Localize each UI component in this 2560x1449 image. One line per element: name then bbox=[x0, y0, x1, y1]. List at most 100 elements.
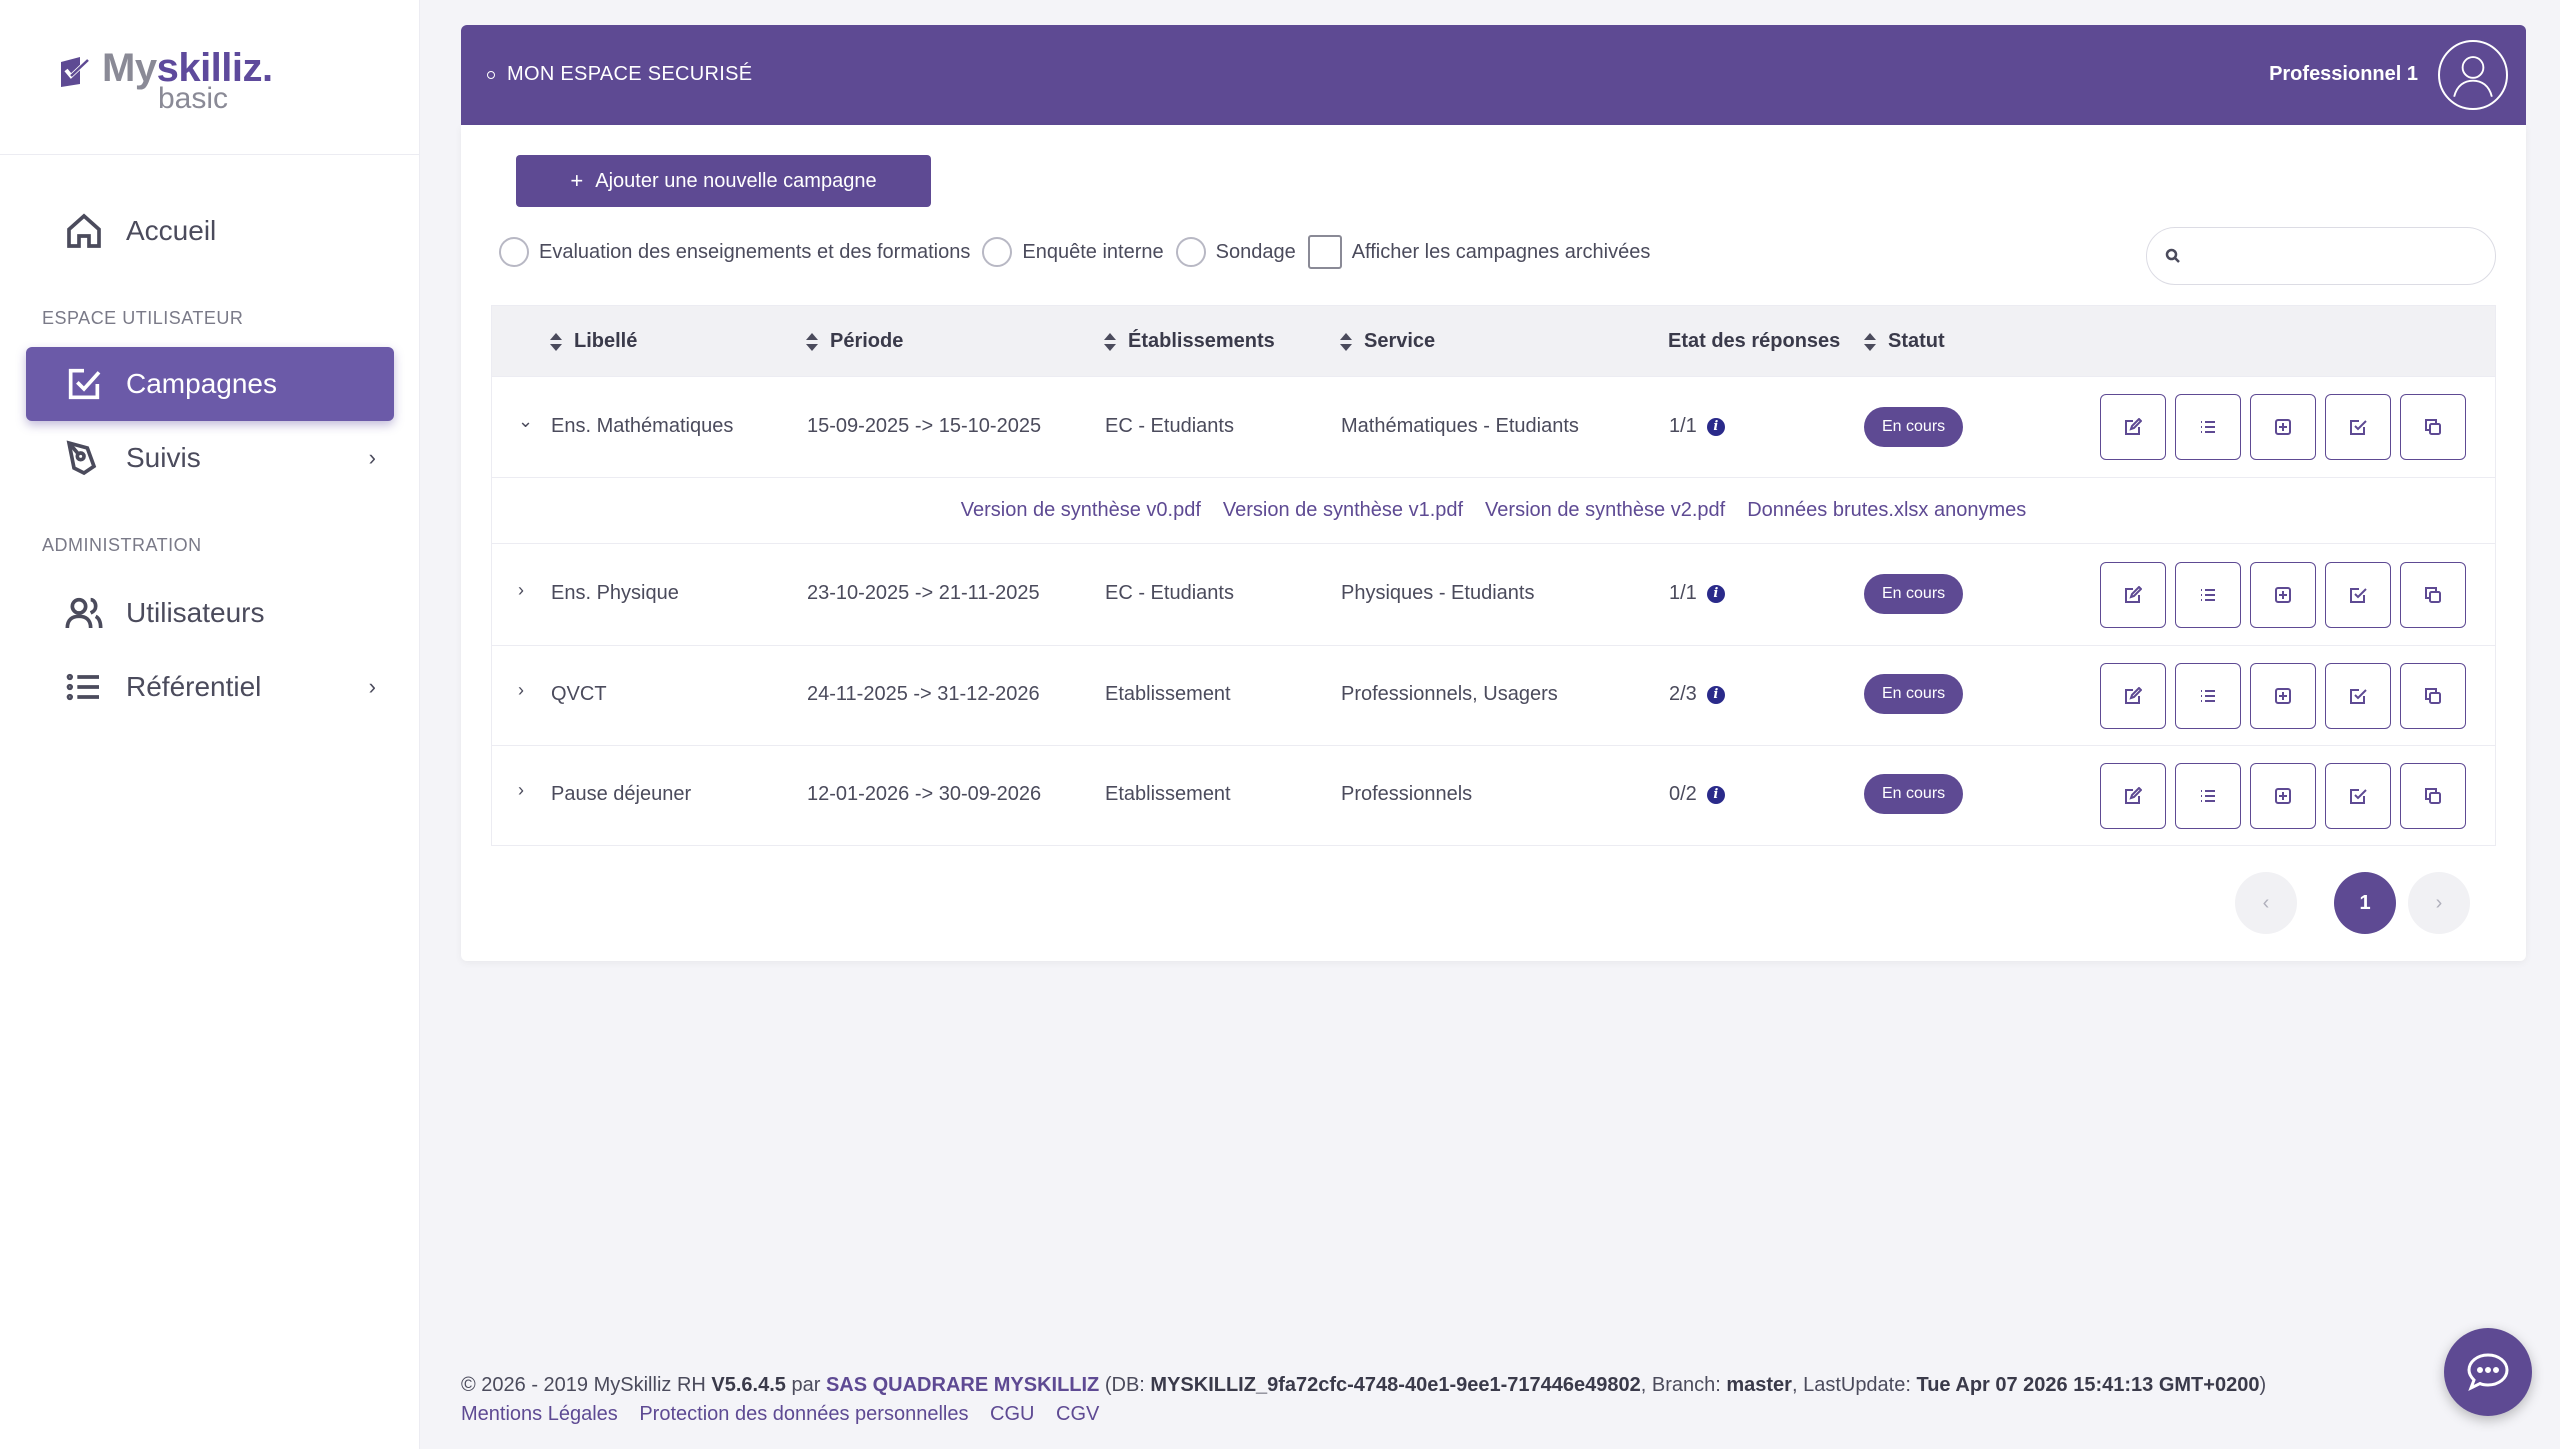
edit-button[interactable] bbox=[2100, 562, 2166, 628]
col-responses-text: Etat des réponses bbox=[1668, 330, 1841, 352]
cgu-link[interactable]: CGU bbox=[990, 1403, 1034, 1425]
responses-value: 0/2 bbox=[1669, 783, 1697, 805]
col-period[interactable]: Période bbox=[806, 330, 903, 353]
file-link[interactable]: Version de synthèse v2.pdf bbox=[1485, 499, 1725, 522]
duplicate-button[interactable] bbox=[2400, 763, 2466, 829]
logo-icon bbox=[61, 57, 90, 87]
row-label: Ens. Mathématiques bbox=[551, 415, 734, 437]
col-label[interactable]: Libellé bbox=[550, 330, 637, 353]
add-item-button[interactable] bbox=[2250, 763, 2316, 829]
filter-evaluation-label: Evaluation des enseignements et des form… bbox=[539, 240, 971, 263]
duplicate-button[interactable] bbox=[2400, 394, 2466, 460]
nav-users[interactable]: Utilisateurs bbox=[26, 576, 394, 650]
add-campaign-button[interactable]: + Ajouter une nouvelle campagne bbox=[516, 155, 931, 207]
campaigns-panel: + Ajouter une nouvelle campagne Evaluati… bbox=[461, 125, 2526, 961]
avatar[interactable] bbox=[2438, 40, 2508, 110]
validate-button[interactable] bbox=[2325, 763, 2391, 829]
col-responses: Etat des réponses bbox=[1668, 330, 1840, 353]
check-square-icon bbox=[2350, 420, 2367, 435]
cgv-link[interactable]: CGV bbox=[1056, 1403, 1099, 1425]
nav-campaigns-label: Campagnes bbox=[126, 368, 277, 399]
chevron-right-icon[interactable]: › bbox=[518, 780, 524, 801]
chat-button[interactable] bbox=[2444, 1328, 2532, 1416]
campaigns-table: Libellé Période Établissements Service E… bbox=[491, 305, 2496, 846]
sort-icon bbox=[1864, 332, 1876, 351]
search-box[interactable] bbox=[2146, 227, 2496, 285]
filter-poll[interactable]: Sondage bbox=[1175, 237, 1296, 267]
edit-button[interactable] bbox=[2100, 663, 2166, 729]
status-badge: En cours bbox=[1864, 574, 1964, 614]
filter-archived[interactable]: Afficher les campagnes archivées bbox=[1307, 235, 1651, 269]
row-responses: 2/3 i bbox=[1669, 683, 1725, 706]
footer-db-prefix: (DB: bbox=[1099, 1374, 1151, 1396]
user-name[interactable]: Professionnel 1 bbox=[2269, 63, 2418, 86]
col-service[interactable]: Service bbox=[1340, 330, 1435, 353]
pagination-next-button[interactable]: › bbox=[2408, 872, 2470, 934]
radio-poll[interactable] bbox=[1175, 237, 1206, 267]
list-button[interactable] bbox=[2175, 562, 2241, 628]
file-link[interactable]: Version de synthèse v1.pdf bbox=[1223, 499, 1463, 522]
add-item-button[interactable] bbox=[2250, 562, 2316, 628]
radio-evaluation[interactable] bbox=[499, 237, 529, 267]
row-establishment: EC - Etudiants bbox=[1105, 582, 1234, 604]
list-button[interactable] bbox=[2175, 394, 2241, 460]
footer-close: ) bbox=[2259, 1374, 2267, 1396]
radio-internal-survey[interactable] bbox=[982, 237, 1013, 267]
row-service: Professionnels, Usagers bbox=[1341, 683, 1558, 705]
list-button[interactable] bbox=[2175, 763, 2241, 829]
search-input[interactable] bbox=[2191, 244, 2481, 268]
report-files: Version de synthèse v0.pdf Version de sy… bbox=[492, 477, 2495, 543]
filter-internal-survey[interactable]: Enquête interne bbox=[982, 237, 1164, 267]
info-icon[interactable]: i bbox=[1706, 685, 1725, 704]
validate-button[interactable] bbox=[2325, 394, 2391, 460]
row-period: 12-01-2026 -> 30-09-2026 bbox=[807, 783, 1042, 805]
list-button[interactable] bbox=[2175, 663, 2241, 729]
add-item-button[interactable] bbox=[2250, 394, 2316, 460]
row-service: Mathématiques - Etudiants bbox=[1341, 415, 1579, 437]
filter-evaluation[interactable]: Evaluation des enseignements et des form… bbox=[499, 237, 970, 267]
legal-link[interactable]: Mentions Légales bbox=[461, 1403, 618, 1425]
col-establishment-text: Établissements bbox=[1128, 330, 1275, 352]
row-service: Professionnels bbox=[1341, 783, 1473, 805]
pagination-prev-button[interactable]: ‹ bbox=[2235, 872, 2297, 934]
nav-home-label: Accueil bbox=[126, 215, 217, 246]
nav-campaigns[interactable]: Campagnes bbox=[26, 347, 394, 421]
bullet-icon bbox=[487, 70, 495, 79]
validate-button[interactable] bbox=[2325, 562, 2391, 628]
edit-button[interactable] bbox=[2100, 763, 2166, 829]
add-item-button[interactable] bbox=[2250, 663, 2316, 729]
col-status[interactable]: Statut bbox=[1864, 330, 1945, 353]
row-period: 15-09-2025 -> 15-10-2025 bbox=[807, 415, 1042, 437]
plus-square-icon bbox=[2275, 788, 2291, 804]
info-icon[interactable]: i bbox=[1706, 785, 1725, 804]
archived-checkbox[interactable] bbox=[1307, 235, 1342, 269]
filter-poll-label: Sondage bbox=[1215, 240, 1296, 263]
file-link[interactable]: Version de synthèse v0.pdf bbox=[961, 499, 1201, 522]
pagination-current-page[interactable]: 1 bbox=[2334, 872, 2396, 934]
file-link[interactable]: Données brutes.xlsx anonymes bbox=[1747, 499, 2026, 522]
user-icon bbox=[2453, 56, 2493, 97]
chevron-right-icon[interactable]: › bbox=[518, 580, 524, 601]
info-icon[interactable]: i bbox=[1706, 417, 1725, 436]
row-actions bbox=[2100, 394, 2475, 460]
nav-follow[interactable]: Suivis › bbox=[26, 421, 394, 495]
nav-home[interactable]: Accueil bbox=[26, 194, 394, 268]
nav-referential[interactable]: Référentiel › bbox=[26, 650, 394, 724]
duplicate-button[interactable] bbox=[2400, 663, 2466, 729]
col-establishment[interactable]: Établissements bbox=[1104, 330, 1275, 353]
archived-label: Afficher les campagnes archivées bbox=[1351, 240, 1651, 263]
table-row: › Pause déjeuner 12-01-2026 -> 30-09-202… bbox=[492, 745, 2495, 845]
privacy-link[interactable]: Protection des données personnelles bbox=[639, 1403, 968, 1425]
edit-button[interactable] bbox=[2100, 394, 2166, 460]
validate-button[interactable] bbox=[2325, 663, 2391, 729]
duplicate-button[interactable] bbox=[2400, 562, 2466, 628]
app-logo[interactable]: Myskilliz. basic bbox=[58, 48, 273, 114]
list-icon bbox=[2201, 421, 2215, 433]
col-label-text: Libellé bbox=[574, 330, 638, 352]
footer-par: par bbox=[785, 1374, 826, 1396]
info-icon[interactable]: i bbox=[1706, 584, 1725, 603]
chevron-right-icon[interactable]: › bbox=[518, 680, 524, 701]
chevron-down-icon[interactable]: ⌄ bbox=[518, 411, 533, 432]
footer-info: © 2026 - 2019 MySkilliz RH V5.6.4.5 par … bbox=[461, 1374, 2266, 1397]
table-row: ⌄ Ens. Mathématiques 15-09-2025 -> 15-10… bbox=[492, 376, 2495, 477]
